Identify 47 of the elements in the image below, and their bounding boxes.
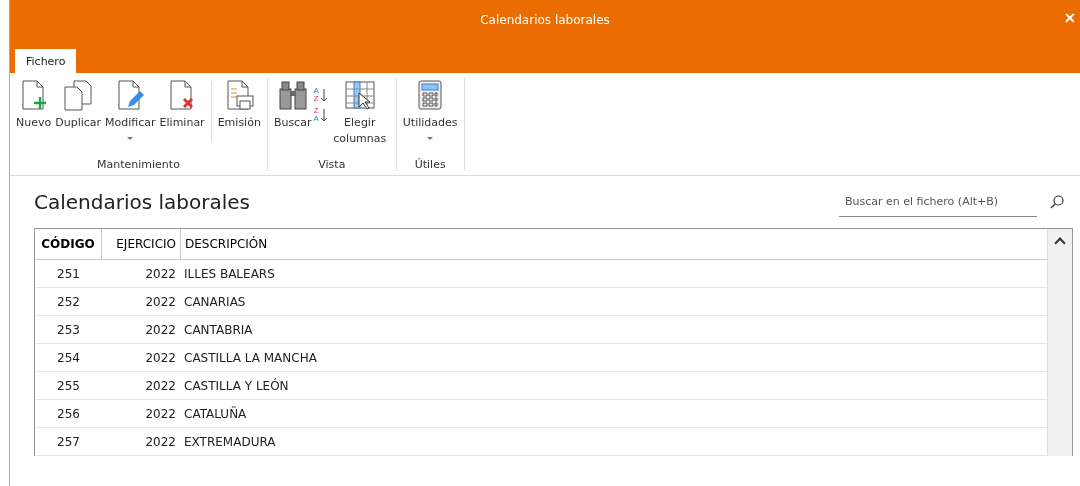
ribbon-button[interactable]: Modificar xyxy=(103,77,158,145)
down-arrow-icon xyxy=(319,87,328,103)
window-title: Calendarios laborales xyxy=(480,13,610,27)
table-cell-text: 2022 xyxy=(144,349,177,367)
sort-ascending-button[interactable]: A Z xyxy=(313,87,328,103)
table-cell-text: CANTABRIA xyxy=(183,321,254,339)
ribbon-button[interactable]: Eliminar xyxy=(157,77,207,133)
ribbon-button[interactable]: Buscar xyxy=(271,77,314,133)
table-cell-text: 252 xyxy=(56,293,81,311)
table-cell-text: 2022 xyxy=(144,377,177,395)
table-cell-text: 256 xyxy=(56,405,81,423)
copy-documents-icon xyxy=(62,79,95,111)
column-header[interactable]: DESCRIPCIÓN xyxy=(181,229,1047,259)
table-cell-text: 253 xyxy=(56,321,81,339)
table-cell-text: CATALUÑA xyxy=(183,405,248,423)
group-label: Vista xyxy=(317,158,347,171)
ribbon-button[interactable]: Emisión xyxy=(215,77,263,133)
table-cell-text: ILLES BALEARS xyxy=(183,265,276,283)
ribbon-button[interactable]: Utilidades xyxy=(400,77,460,145)
table-cell-text: 2022 xyxy=(144,293,177,311)
table-cell-text: 2022 xyxy=(144,405,177,423)
table-cell-text: CASTILLA LA MANCHA xyxy=(183,349,318,367)
group-label: Útiles xyxy=(413,158,447,171)
table-cell-text: 254 xyxy=(56,349,81,367)
group-label: Mantenimiento xyxy=(96,158,181,171)
ribbon-tab[interactable]: Fichero xyxy=(15,49,77,73)
table-cell-text: 2022 xyxy=(144,265,177,283)
sort-descending-button[interactable]: Z A xyxy=(313,107,328,123)
scrollbar[interactable] xyxy=(1047,229,1072,456)
ribbon-button[interactable]: Duplicar xyxy=(53,77,104,133)
table-cell-text: EXTREMADURA xyxy=(183,433,277,451)
binoculars-icon xyxy=(276,79,309,111)
page-title: Calendarios laborales xyxy=(34,190,250,214)
table-cell-text: CASTILLA Y LEÓN xyxy=(183,377,290,395)
table-cell-text: 2022 xyxy=(144,433,177,451)
table-cell-text: 255 xyxy=(56,377,81,395)
table-cell-text: 251 xyxy=(56,265,81,283)
down-arrow-icon xyxy=(319,107,328,123)
column-header[interactable]: CÓDIGO xyxy=(35,229,102,259)
table-cell-text: 257 xyxy=(56,433,81,451)
search-icon[interactable] xyxy=(1049,194,1065,210)
table-cell-text: CANARIAS xyxy=(183,293,247,311)
table-cell-text: 2022 xyxy=(144,321,177,339)
ribbon-button[interactable]: Elegir columnas xyxy=(327,77,392,149)
column-header[interactable]: EJERCICIO xyxy=(102,229,181,259)
ribbon-button[interactable]: Nuevo xyxy=(14,77,54,133)
columns-cursor-icon xyxy=(343,79,376,111)
